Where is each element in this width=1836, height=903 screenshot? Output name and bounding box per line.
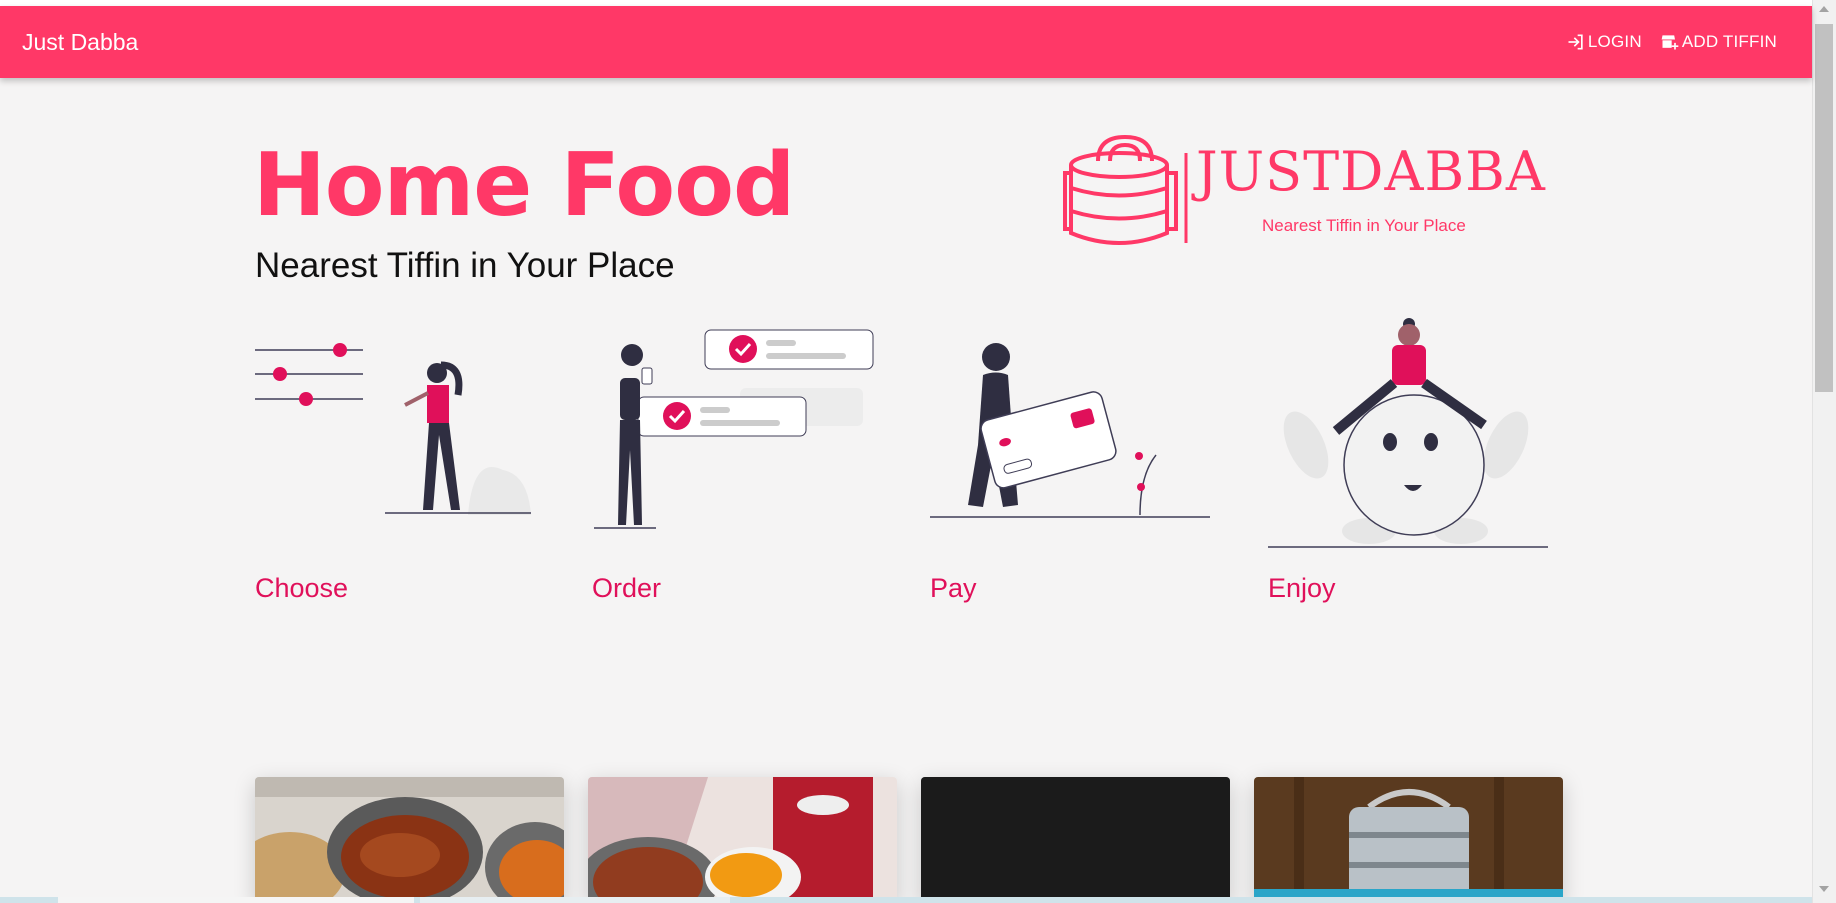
curry-tiffin-photo (255, 777, 564, 903)
step-label-choose: Choose (255, 573, 349, 603)
hero-subtitle: Nearest Tiffin in Your Place (255, 246, 675, 285)
top-nav: LOGIN ADD TIFFIN (1566, 32, 1777, 52)
credit-card-illustration (930, 343, 1210, 518)
orange-lunchbox-photo (588, 777, 897, 903)
login-button[interactable]: LOGIN (1566, 32, 1642, 52)
step-label-order: Order (592, 573, 662, 603)
add-tiffin-button[interactable]: ADD TIFFIN (1660, 32, 1777, 52)
checklist-order-illustration (594, 329, 874, 529)
brand-title[interactable]: Just Dabba (22, 29, 138, 56)
scrollbar-thumb[interactable] (1815, 24, 1833, 392)
hero-title: Home Food (253, 134, 795, 236)
add-tiffin-label: ADD TIFFIN (1681, 32, 1777, 51)
bottom-strip (0, 897, 1812, 903)
login-icon (1568, 34, 1583, 50)
scroll-down-arrow[interactable] (1819, 886, 1829, 892)
step-label-enjoy: Enjoy (1268, 573, 1336, 603)
scroll-up-arrow[interactable] (1819, 6, 1829, 12)
happy-person-illustration (1268, 318, 1548, 548)
add-store-icon (1661, 35, 1679, 50)
tiffin-card[interactable] (1254, 777, 1563, 903)
tiffin-logo-icon (1063, 134, 1188, 245)
logo-tagline: Nearest Tiffin in Your Place (1262, 216, 1466, 235)
slider-filter-illustration (255, 343, 531, 515)
step-label-pay: Pay (930, 573, 977, 603)
app-bar: Just Dabba LOGIN ADD TIFFIN (0, 6, 1812, 78)
tiffin-card[interactable] (588, 777, 897, 903)
login-label: LOGIN (1587, 32, 1642, 51)
steel-tiffin-photo (1254, 777, 1563, 903)
tiffin-card[interactable] (255, 777, 564, 903)
logo-wordmark: JUSTDABBA (1196, 140, 1546, 203)
dark-photo (921, 777, 1230, 903)
tiffin-card[interactable] (921, 777, 1230, 903)
